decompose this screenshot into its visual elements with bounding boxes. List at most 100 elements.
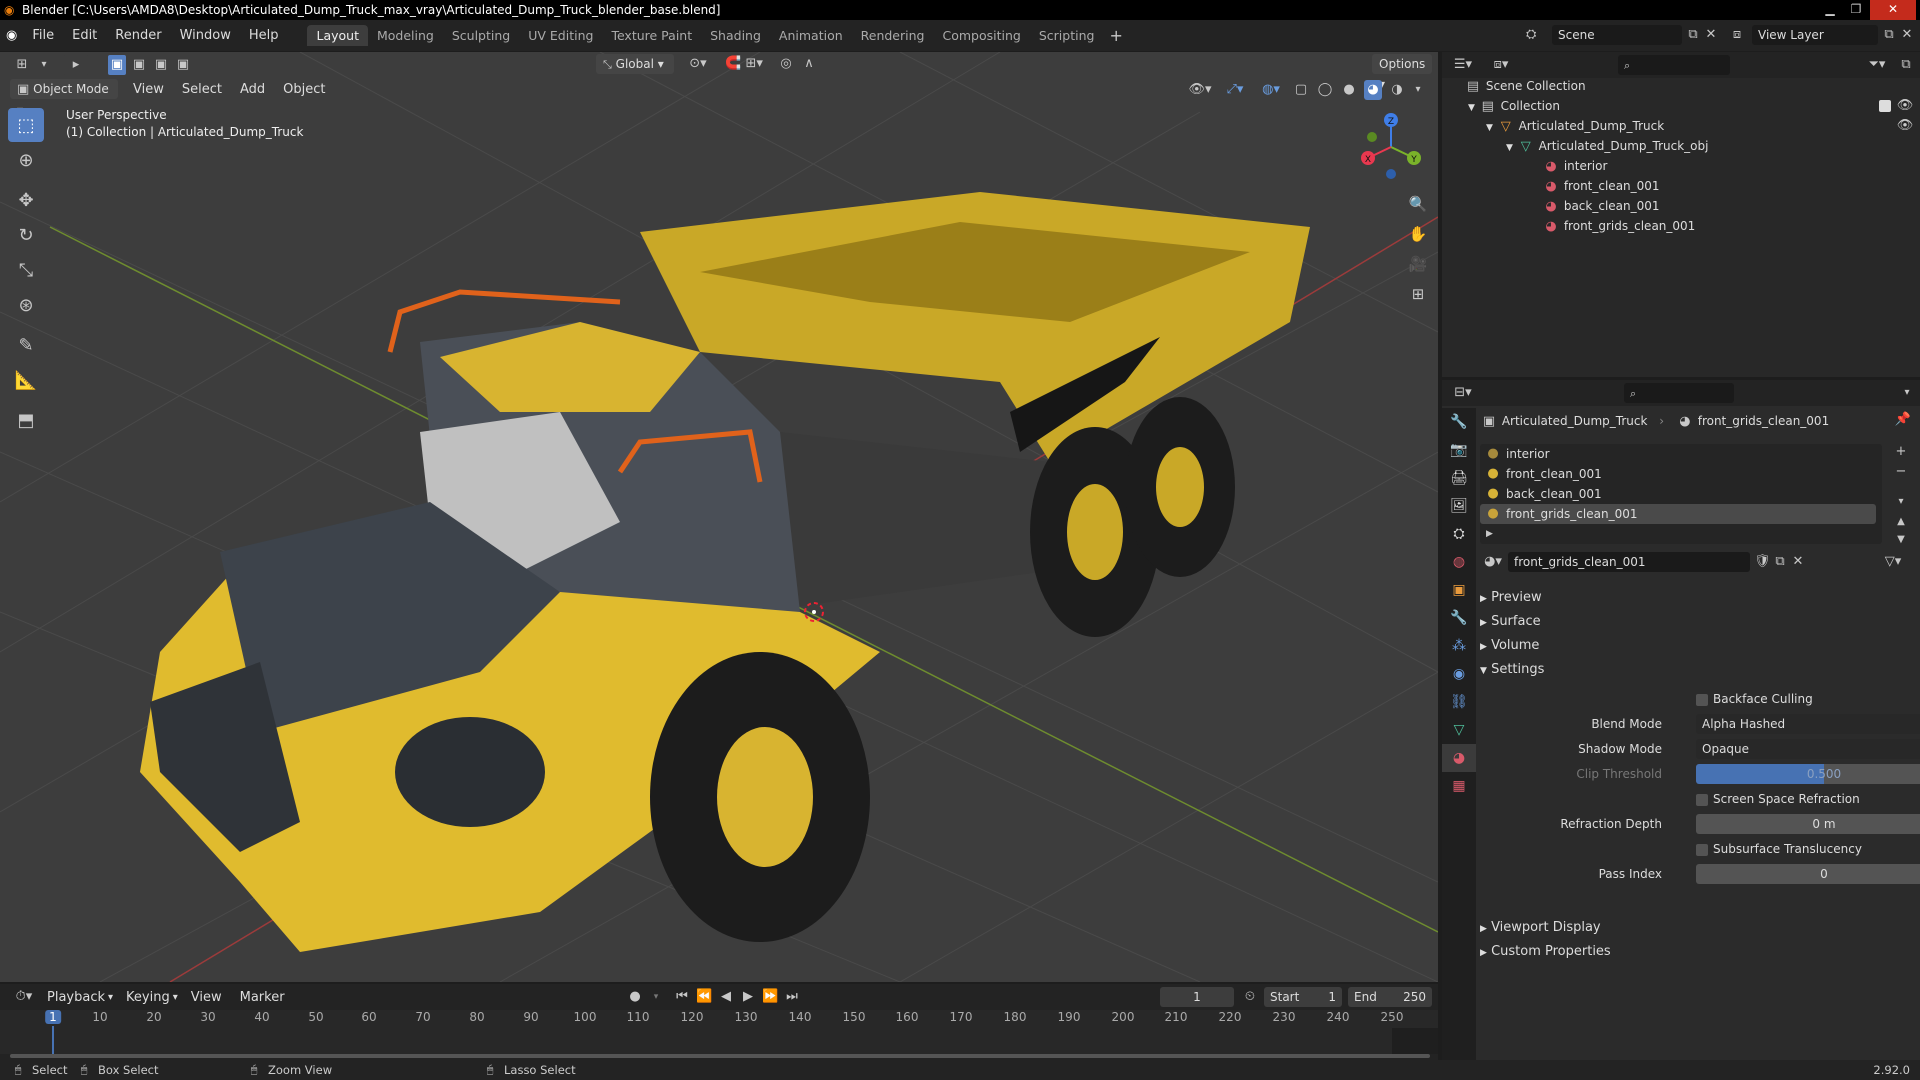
jump-start-icon[interactable]: ⏮ [674, 987, 690, 1007]
outliner-search-input[interactable]: ⌕ [1618, 55, 1730, 75]
material-slot-selected[interactable]: ● front_grids_clean_001 [1480, 504, 1876, 524]
outliner-row-scene-collection[interactable]: ▤ Scene Collection [1442, 76, 1920, 96]
link-type-icon[interactable]: ▽▾ [1878, 552, 1908, 572]
rendered-shading-icon[interactable]: ◑ [1388, 80, 1406, 100]
backface-culling-row[interactable]: Backface Culling [1480, 688, 1920, 710]
new-scene-icon[interactable]: ⧉ [1684, 25, 1702, 45]
extend-selection-icon[interactable]: ▣ [130, 55, 148, 75]
menu-playback[interactable]: Playback [38, 990, 114, 1005]
physics-tab-icon[interactable]: ◉ [1442, 660, 1476, 688]
editor-type-icon[interactable]: ⊞ [10, 55, 34, 75]
perspective-grid-icon[interactable]: ⊞ [1406, 284, 1430, 304]
end-frame-field[interactable]: End 250 [1348, 987, 1432, 1007]
tab-texture-paint[interactable]: Texture Paint [602, 25, 701, 46]
options-dropdown[interactable]: Options ▾ [1372, 54, 1432, 91]
tab-animation[interactable]: Animation [770, 25, 852, 46]
output-tab-icon[interactable]: 🖨 [1442, 464, 1476, 492]
intersect-selection-icon[interactable]: ▣ [174, 55, 192, 75]
menu-marker[interactable]: Marker [231, 990, 294, 1005]
move-slot-down-icon[interactable]: ▼ [1892, 530, 1910, 550]
pass-index-field[interactable]: 0 [1696, 864, 1920, 884]
tab-sculpting[interactable]: Sculpting [443, 25, 519, 46]
pin-icon[interactable]: 📌 [1894, 410, 1912, 430]
play-reverse-icon[interactable]: ◀ [718, 987, 734, 1007]
wireframe-shading-icon[interactable]: ◯ [1316, 80, 1334, 100]
xray-icon[interactable]: ▢ [1292, 80, 1310, 100]
menu-view[interactable]: View [124, 82, 173, 97]
timeline-editor-icon[interactable]: ⏱▾ [10, 987, 38, 1007]
delete-scene-icon[interactable]: ✕ [1702, 25, 1720, 45]
menu-add[interactable]: Add [231, 82, 274, 97]
transform-orientation-dropdown[interactable]: ⤡ Global ▾ [596, 54, 674, 74]
tab-uv-editing[interactable]: UV Editing [519, 25, 602, 46]
eye-icon[interactable]: 👁 [1896, 96, 1914, 116]
panel-preview[interactable]: ▶ Preview [1480, 586, 1916, 610]
move-tool-icon[interactable]: ✥ [8, 183, 44, 217]
menu-edit[interactable]: Edit [63, 28, 106, 43]
browse-material-icon[interactable]: ◕▾ [1480, 552, 1506, 572]
add-slot-icon[interactable]: + [1892, 442, 1910, 462]
texture-tab-icon[interactable]: ▦ [1442, 772, 1476, 800]
scene-tab-icon[interactable]: ⛭ [1442, 520, 1476, 548]
tab-rendering[interactable]: Rendering [852, 25, 934, 46]
display-mode-icon[interactable]: ⧈▾ [1486, 55, 1516, 75]
blend-mode-dropdown[interactable]: Alpha Hashed▾ [1696, 714, 1920, 734]
navigation-gizmo[interactable]: Z Y X [1356, 112, 1426, 182]
expand-arrow-icon[interactable]: ▼ [1468, 103, 1475, 113]
preview-range-icon[interactable]: ⏲ [1240, 987, 1260, 1007]
falloff-icon[interactable]: ∧ [798, 54, 820, 74]
render-tab-icon[interactable]: 📷 [1442, 436, 1476, 464]
new-collection-icon[interactable]: ⧉ [1896, 55, 1916, 75]
panel-volume[interactable]: ▶ Volume [1480, 634, 1916, 658]
tab-layout[interactable]: Layout [307, 25, 368, 46]
tab-scripting[interactable]: Scripting [1030, 25, 1104, 46]
subtract-selection-icon[interactable]: ▣ [152, 55, 170, 75]
record-icon[interactable]: ● [626, 987, 644, 1007]
material-slot[interactable]: ● front_clean_001 [1480, 464, 1876, 484]
menu-file[interactable]: File [23, 28, 63, 43]
outliner-row-material[interactable]: ◕ back_clean_001 [1442, 196, 1920, 216]
measure-tool-icon[interactable]: 📐 [8, 363, 44, 397]
subsurface-row[interactable]: Subsurface Translucency [1480, 838, 1920, 860]
panel-custom-properties[interactable]: ▶ Custom Properties [1480, 940, 1916, 964]
material-slot[interactable]: ● back_clean_001 [1480, 484, 1876, 504]
start-frame-field[interactable]: Start 1 [1264, 987, 1342, 1007]
object-tab-icon[interactable]: ▣ [1442, 576, 1476, 604]
properties-editor-icon[interactable]: ⊟▾ [1448, 383, 1478, 403]
outliner-row-material[interactable]: ◕ front_clean_001 [1442, 176, 1920, 196]
menu-render[interactable]: Render [106, 28, 170, 43]
refraction-depth-field[interactable]: 0 m [1696, 814, 1920, 834]
outliner-row-collection[interactable]: ▼ ▤ Collection 👁 [1442, 96, 1920, 116]
snap-icon[interactable]: 🧲 ⊞▾ [716, 54, 772, 74]
ssr-checkbox[interactable] [1696, 793, 1708, 806]
visibility-icon[interactable]: 👁▾ [1186, 80, 1214, 100]
select-box-tool-icon[interactable]: ⬚ [8, 108, 44, 142]
menu-object[interactable]: Object [274, 82, 334, 97]
blender-menu-icon[interactable]: ◉ [6, 26, 17, 46]
view-layer-tab-icon[interactable]: 🖼 [1442, 492, 1476, 520]
next-keyframe-icon[interactable]: ⏩ [762, 987, 778, 1007]
properties-search-input[interactable]: ⌕ [1624, 383, 1734, 403]
scene-icon[interactable]: ⛭ [1526, 25, 1548, 45]
solid-shading-icon[interactable]: ● [1340, 80, 1358, 100]
cursor-tool-icon[interactable]: ⊕ [8, 143, 44, 177]
3d-viewport[interactable]: ⊞ ▾ ▸ ▣ ▣ ▣ ▣ ⤡ Global ▾ ⊙▾ 🧲 ⊞▾ ◎ ∧ Opt… [0, 52, 1438, 982]
minimize-icon[interactable]: ▁ [1818, 0, 1842, 20]
playhead[interactable] [52, 1026, 54, 1054]
subsurface-checkbox[interactable] [1696, 843, 1708, 856]
tab-compositing[interactable]: Compositing [933, 25, 1029, 46]
outliner-row-material[interactable]: ◕ interior [1442, 156, 1920, 176]
select-tool-icon[interactable]: ▸ [62, 55, 90, 75]
dump-truck-model[interactable] [140, 192, 1310, 952]
fake-user-icon[interactable]: 🛡 [1754, 552, 1771, 572]
menu-window[interactable]: Window [171, 28, 240, 43]
maximize-icon[interactable]: ❐ [1844, 0, 1868, 20]
tool-tab-icon[interactable]: 🔧 [1442, 408, 1476, 436]
world-tab-icon[interactable]: ◍ [1442, 548, 1476, 576]
view-layer-icon[interactable]: ⧈ [1726, 25, 1748, 45]
panel-settings[interactable]: ▼ Settings [1480, 658, 1916, 682]
overlay-toggle-icon[interactable]: ◍▾ [1256, 80, 1286, 100]
outliner-row-object[interactable]: ▼ ▽ Articulated_Dump_Truck 👁 [1442, 116, 1920, 136]
material-shading-icon[interactable]: ◕ [1364, 80, 1382, 100]
duplicate-material-icon[interactable]: ⧉ [1772, 552, 1788, 572]
